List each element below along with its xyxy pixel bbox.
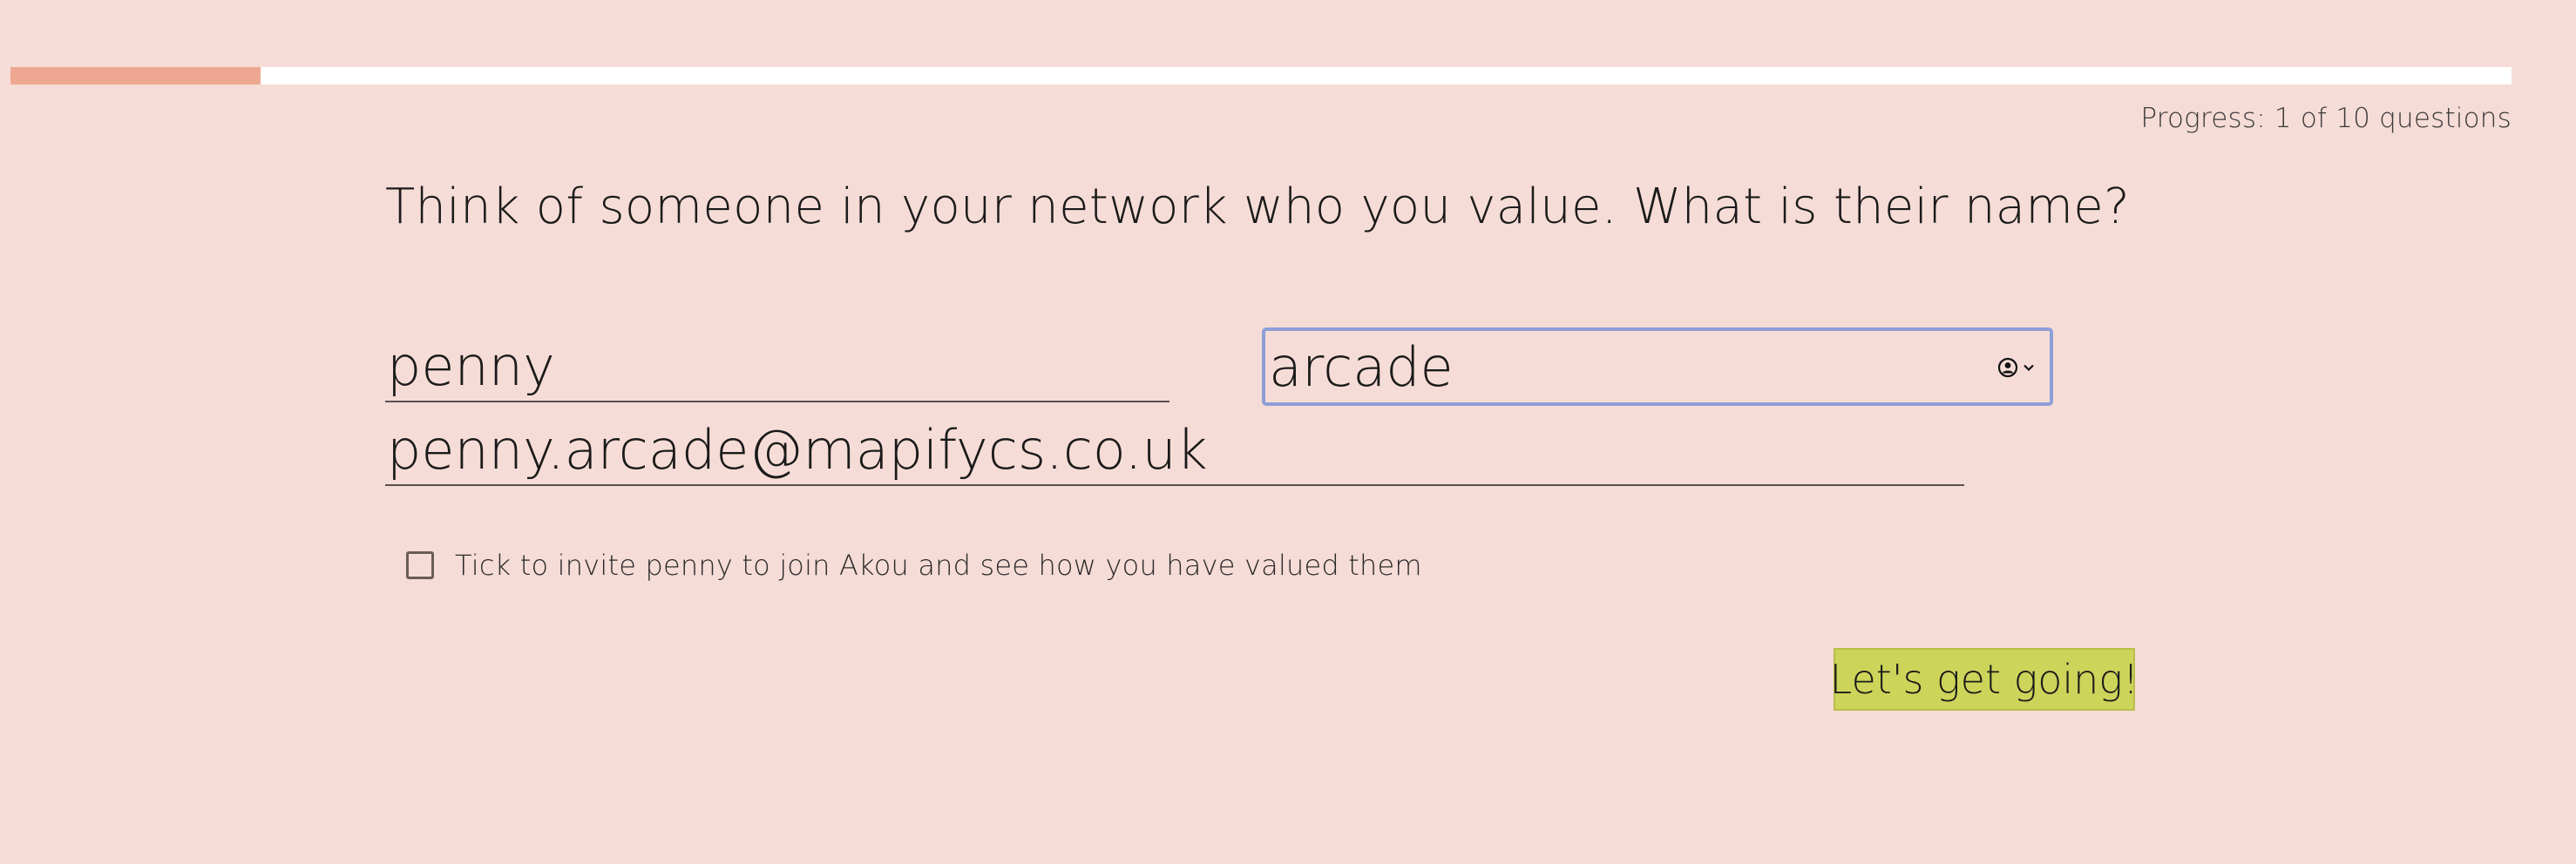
person-circle-icon <box>1997 357 2018 378</box>
first-name-input[interactable] <box>385 331 1169 402</box>
last-name-input[interactable] <box>1265 331 2050 402</box>
lets-get-going-button[interactable]: Let's get going! <box>1830 648 2139 711</box>
invite-checkbox-row[interactable]: Tick to invite penny to join Akou and se… <box>406 549 1422 582</box>
last-name-field[interactable] <box>1262 327 2053 406</box>
invite-checkbox[interactable] <box>406 551 434 579</box>
email-input[interactable] <box>385 415 1964 486</box>
progress-text: Progress: 1 of 10 questions <box>2140 103 2512 134</box>
progress-bar <box>10 67 2512 84</box>
chevron-down-icon <box>2024 364 2034 372</box>
progress-bar-fill <box>10 67 261 84</box>
question-title: Think of someone in your network who you… <box>385 179 2131 235</box>
contact-autofill-icon[interactable] <box>1997 355 2037 380</box>
invite-checkbox-label: Tick to invite penny to join Akou and se… <box>455 549 1422 582</box>
